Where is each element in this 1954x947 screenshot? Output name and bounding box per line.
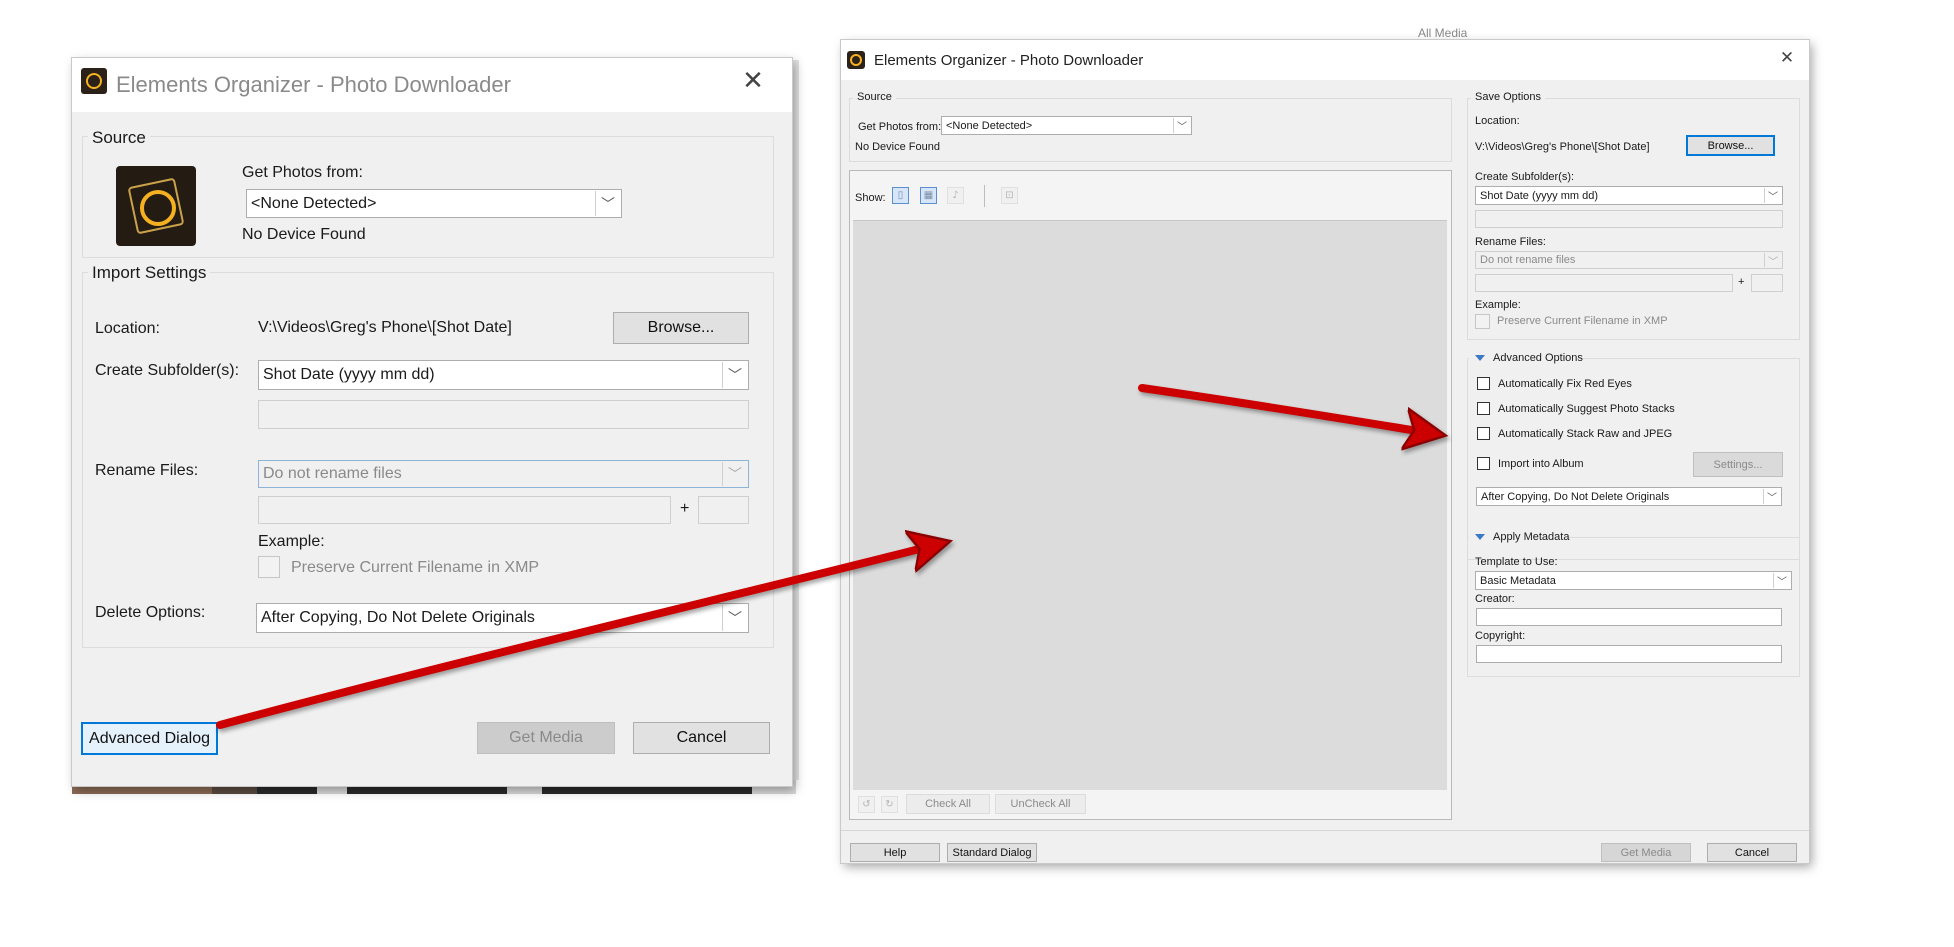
arrow-to-advanced-options (1138, 384, 1430, 433)
annotation-arrows (216, 384, 1954, 729)
arrow-to-advanced-dialog (216, 545, 935, 729)
